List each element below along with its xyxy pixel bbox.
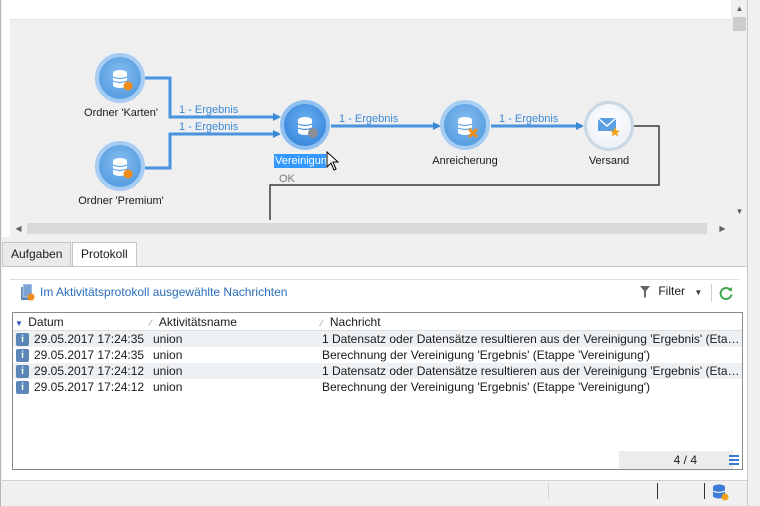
status-bar xyxy=(2,480,747,506)
canvas-horizontal-scrollbar[interactable]: ◀ ▶ xyxy=(10,220,731,237)
cell-date: 29.05.2017 17:24:12 xyxy=(34,364,145,378)
chevron-down-icon[interactable]: ▼ xyxy=(694,288,702,297)
cell-date: 29.05.2017 17:24:12 xyxy=(34,380,145,394)
enrichment-icon xyxy=(457,117,479,139)
column-resize-icon: ⁄ xyxy=(321,318,323,328)
log-table: ▼ Datum ⁄ Aktivitätsname ⁄ Nachricht i 2… xyxy=(12,312,743,470)
col-header-date[interactable]: ▼ Datum xyxy=(15,315,64,329)
status-separator xyxy=(548,483,549,499)
cell-activity: union xyxy=(153,380,183,394)
refresh-icon[interactable] xyxy=(718,285,734,301)
node-ordner-premium[interactable] xyxy=(95,141,145,191)
node-versand[interactable] xyxy=(584,101,634,151)
col-header-message[interactable]: ⁄ Nachricht xyxy=(321,315,381,329)
node-vereinigung[interactable] xyxy=(280,100,330,150)
scroll-down-icon[interactable]: ▼ xyxy=(731,203,747,220)
filter-button[interactable]: Filter ▼ xyxy=(640,284,702,298)
activity-log-icon xyxy=(21,284,35,301)
database-icon xyxy=(112,158,133,179)
app-window: Ordner 'Karten' Ordner 'Premium' 1 - Erg… xyxy=(0,0,760,506)
status-separator xyxy=(657,483,658,499)
table-row[interactable]: i 29.05.2017 17:24:35 union 1 Datensatz … xyxy=(13,331,742,347)
cell-message: Berechnung der Vereinigung 'Ergebnis' (E… xyxy=(322,348,651,362)
union-icon xyxy=(297,117,318,138)
column-resize-icon: ⁄ xyxy=(150,318,152,328)
scroll-up-icon[interactable]: ▲ xyxy=(731,0,747,17)
filter-icon xyxy=(640,285,650,298)
edge-premium-union xyxy=(145,130,281,170)
database-status-icon[interactable] xyxy=(711,483,729,501)
edge-label-union: 1 - Ergebnis xyxy=(339,113,399,125)
cell-message: Berechnung der Vereinigung 'Ergebnis' (E… xyxy=(322,380,651,394)
mouse-cursor-icon xyxy=(326,151,340,171)
tab-aufgaben[interactable]: Aufgaben xyxy=(2,242,72,266)
info-icon: i xyxy=(16,349,29,362)
cell-activity: union xyxy=(153,348,183,362)
filter-label: Filter xyxy=(658,284,686,298)
scroll-right-icon[interactable]: ▶ xyxy=(714,220,731,237)
cell-date: 29.05.2017 17:24:35 xyxy=(34,332,145,346)
edge-label-premium: 1 - Ergebnis xyxy=(179,121,239,133)
cell-message: 1 Datensatz oder Datensätze resultieren … xyxy=(322,332,740,346)
workflow-canvas[interactable]: Ordner 'Karten' Ordner 'Premium' 1 - Erg… xyxy=(2,0,747,237)
horizontal-scroll-thumb[interactable] xyxy=(27,223,707,234)
table-header: ▼ Datum ⁄ Aktivitätsname ⁄ Nachricht xyxy=(13,313,742,331)
sort-desc-icon: ▼ xyxy=(15,319,23,328)
node-label-vereinigung[interactable]: Vereinigung xyxy=(274,154,326,168)
protokoll-panel: Im Aktivitätsprotokoll ausgewählte Nachr… xyxy=(2,266,747,480)
info-icon: i xyxy=(16,381,29,394)
node-ordner-karten[interactable] xyxy=(95,53,145,103)
scroll-corner xyxy=(731,220,747,237)
col-header-activity[interactable]: ⁄ Aktivitätsname xyxy=(150,315,237,329)
table-footer: 4 / 4 xyxy=(13,451,742,469)
pager-count: 4 / 4 xyxy=(619,451,733,469)
tab-protokoll[interactable]: Protokoll xyxy=(72,242,137,267)
canvas-vertical-scrollbar[interactable]: ▲ ▼ xyxy=(731,0,747,220)
window-right-edge xyxy=(747,0,760,506)
edge-label-ok: OK xyxy=(279,173,295,185)
scroll-left-icon[interactable]: ◀ xyxy=(10,220,27,237)
log-toolbar: Im Aktivitätsprotokoll ausgewählte Nachr… xyxy=(10,279,739,305)
node-anreicherung[interactable] xyxy=(440,100,490,150)
column-menu-icon[interactable] xyxy=(729,455,739,465)
bottom-tabs: Aufgaben Protokoll xyxy=(2,242,747,267)
toolbar-separator xyxy=(711,284,712,302)
node-label-ordner-premium: Ordner 'Premium' xyxy=(78,195,164,207)
log-title: Im Aktivitätsprotokoll ausgewählte Nachr… xyxy=(40,285,288,299)
vertical-scroll-thumb[interactable] xyxy=(733,17,746,31)
email-delivery-icon xyxy=(597,117,620,137)
database-icon xyxy=(112,70,133,91)
cell-date: 29.05.2017 17:24:35 xyxy=(34,348,145,362)
table-row[interactable]: i 29.05.2017 17:24:35 union Berechnung d… xyxy=(13,347,742,363)
node-label-ordner-karten: Ordner 'Karten' xyxy=(84,107,158,119)
table-row[interactable]: i 29.05.2017 17:24:12 union Berechnung d… xyxy=(13,379,742,395)
info-icon: i xyxy=(16,333,29,346)
status-separator xyxy=(704,483,705,499)
cell-message: 1 Datensatz oder Datensätze resultieren … xyxy=(322,364,740,378)
info-icon: i xyxy=(16,365,29,378)
edge-label-karten: 1 - Ergebnis xyxy=(179,104,239,116)
edge-label-enrich: 1 - Ergebnis xyxy=(499,113,559,125)
cell-activity: union xyxy=(153,332,183,346)
node-label-versand: Versand xyxy=(588,155,630,167)
cell-activity: union xyxy=(153,364,183,378)
table-row[interactable]: i 29.05.2017 17:24:12 union 1 Datensatz … xyxy=(13,363,742,379)
node-label-anreicherung: Anreicherung xyxy=(432,155,498,167)
